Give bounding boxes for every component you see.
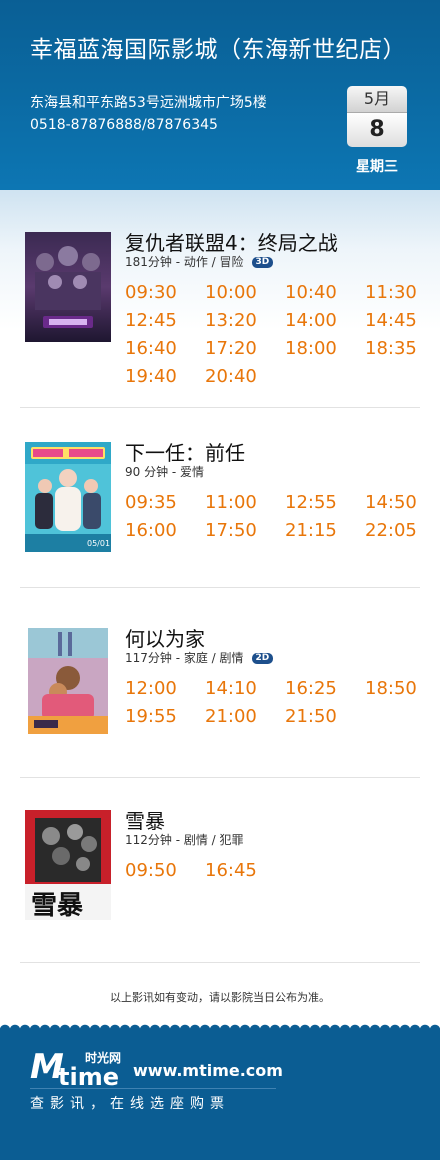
- showtime[interactable]: 12:45: [125, 310, 177, 331]
- movie-title[interactable]: 何以为家: [125, 623, 205, 652]
- divider: [20, 777, 420, 778]
- showtime[interactable]: 19:40: [125, 366, 177, 387]
- showtime[interactable]: 19:55: [125, 706, 177, 727]
- showtime[interactable]: 12:00: [125, 678, 177, 699]
- movie-meta: 117分钟 - 家庭 / 剧情 2D: [125, 649, 274, 666]
- website-link[interactable]: www.mtime.com: [133, 1061, 283, 1080]
- format-3d-badge: 3D: [251, 257, 274, 268]
- divider: [20, 962, 420, 963]
- showtime[interactable]: 09:30: [125, 282, 177, 303]
- cinema-address: 东海县和平东路53号远洲城市广场5楼: [30, 95, 267, 111]
- showtime[interactable]: 16:25: [285, 678, 337, 699]
- poster-xia-yi-ren-qian-ren-icon[interactable]: 05/01: [25, 442, 111, 552]
- showtime[interactable]: 14:10: [205, 678, 257, 699]
- showtime[interactable]: 09:50: [125, 860, 177, 881]
- movie-duration-genre: 117分钟 - 家庭 / 剧情: [125, 651, 244, 665]
- footer: M time 时光网 www.mtime.com 查影讯，在线选座购票: [0, 1029, 440, 1160]
- divider: [20, 587, 420, 588]
- calendar-day: 8: [347, 112, 407, 147]
- scalloped-edge-bottom: [0, 1016, 440, 1030]
- schedule-list: 复仇者联盟4：终局之战 181分钟 - 动作 / 冒险 3D 09:30 10:0…: [0, 190, 440, 1030]
- showtime[interactable]: 20:40: [205, 366, 257, 387]
- showtime[interactable]: 17:50: [205, 520, 257, 541]
- mtime-logo[interactable]: M time 时光网: [30, 1047, 130, 1091]
- footer-divider: [30, 1088, 276, 1089]
- schedule-notice: 以上影讯如有变动，请以影院当日公布为准。: [110, 991, 330, 1004]
- movie-duration-genre: 181分钟 - 动作 / 冒险: [125, 255, 244, 269]
- movie-title[interactable]: 复仇者联盟4：终局之战: [125, 227, 338, 256]
- footer-slogan: 查影讯，在线选座购票: [30, 1096, 230, 1112]
- showtime[interactable]: 12:55: [285, 492, 337, 513]
- showtime[interactable]: 14:50: [365, 492, 417, 513]
- cinema-phone: 0518-87876888/87876345: [30, 117, 218, 133]
- showtime[interactable]: 21:50: [285, 706, 337, 727]
- poster-capernaum-icon[interactable]: [28, 628, 108, 734]
- showtime[interactable]: 16:00: [125, 520, 177, 541]
- poster-title-text: 雪暴: [31, 891, 83, 920]
- showtime[interactable]: 10:00: [205, 282, 257, 303]
- showtime[interactable]: 14:00: [285, 310, 337, 331]
- showtime[interactable]: 09:35: [125, 492, 177, 513]
- cinema-header: 幸福蓝海国际影城（东海新世纪店） 东海县和平东路53号远洲城市广场5楼 0518…: [0, 0, 440, 190]
- movie-duration-genre: 112分钟 - 剧情 / 犯罪: [125, 833, 244, 847]
- showtime[interactable]: 13:20: [205, 310, 257, 331]
- calendar-icon: 5月 8: [347, 86, 407, 147]
- logo-cn: 时光网: [85, 1051, 122, 1065]
- poster-avengers-endgame-icon[interactable]: [25, 232, 111, 342]
- format-2d-badge: 2D: [251, 653, 274, 664]
- logo-time: time: [58, 1063, 119, 1091]
- showtime[interactable]: 21:15: [285, 520, 337, 541]
- showtime[interactable]: 16:45: [205, 860, 257, 881]
- poster-date: 05/01: [87, 539, 110, 548]
- movie-meta: 90 分钟 - 爱情: [125, 463, 204, 480]
- showtime[interactable]: 18:50: [365, 678, 417, 699]
- movie-title[interactable]: 雪暴: [125, 805, 165, 834]
- movie-meta: 181分钟 - 动作 / 冒险 3D: [125, 253, 274, 270]
- calendar-month: 5月: [347, 86, 407, 112]
- cinema-name: 幸福蓝海国际影城（东海新世纪店）: [30, 37, 406, 63]
- poster-xue-bao-icon[interactable]: 雪暴: [25, 810, 111, 920]
- showtime[interactable]: 17:20: [205, 338, 257, 359]
- calendar-weekday: 星期三: [356, 159, 398, 175]
- showtime[interactable]: 11:30: [365, 282, 417, 303]
- showtime[interactable]: 21:00: [205, 706, 257, 727]
- showtime[interactable]: 22:05: [365, 520, 417, 541]
- movie-duration-genre: 90 分钟 - 爱情: [125, 465, 205, 479]
- movie-meta: 112分钟 - 剧情 / 犯罪: [125, 831, 244, 848]
- showtime[interactable]: 18:35: [365, 338, 417, 359]
- showtime[interactable]: 11:00: [205, 492, 257, 513]
- showtime[interactable]: 10:40: [285, 282, 337, 303]
- showtime[interactable]: 16:40: [125, 338, 177, 359]
- divider: [20, 407, 420, 408]
- movie-title[interactable]: 下一任：前任: [125, 437, 245, 466]
- showtime[interactable]: 18:00: [285, 338, 337, 359]
- showtime[interactable]: 14:45: [365, 310, 417, 331]
